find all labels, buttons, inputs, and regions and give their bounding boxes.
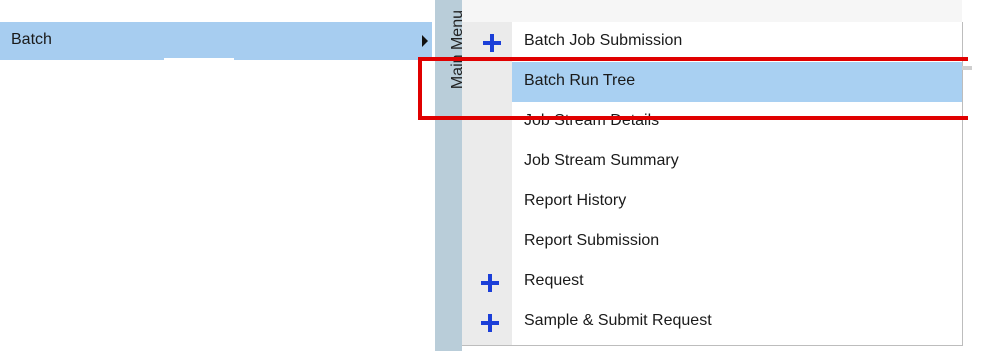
submenu-item-job-stream-summary[interactable]: Job Stream Summary	[462, 142, 962, 182]
menu-divider	[164, 58, 234, 61]
submenu-item-request[interactable]: Request	[462, 262, 962, 302]
submenu-top-edge	[462, 0, 962, 22]
menu-item-batch[interactable]: Batch	[0, 22, 432, 60]
submenu-item-label: Sample & Submit Request	[524, 312, 712, 329]
plus-icon	[480, 273, 500, 293]
submenu-arrow-icon	[422, 35, 428, 47]
submenu-item-report-history[interactable]: Report History	[462, 182, 962, 222]
submenu-item-label: Batch Job Submission	[524, 32, 683, 49]
submenu-item-label: Report History	[524, 192, 627, 209]
submenu-item-report-submission[interactable]: Report Submission	[462, 222, 962, 262]
plus-icon	[482, 33, 502, 53]
submenu-item-batch-job-submission[interactable]: Batch Job Submission	[462, 22, 962, 62]
submenu-item-label: Request	[524, 272, 584, 289]
submenu-item-label: Job Stream Summary	[524, 152, 679, 169]
main-menu-strip[interactable]: Main Menu	[435, 0, 466, 351]
submenu-item-sample-submit-request[interactable]: Sample & Submit Request	[462, 302, 962, 342]
submenu-item-label: Report Submission	[524, 232, 660, 249]
menu-item-batch-label: Batch	[11, 31, 52, 48]
plus-icon	[480, 313, 500, 333]
annotation-highlight-box	[418, 57, 968, 120]
